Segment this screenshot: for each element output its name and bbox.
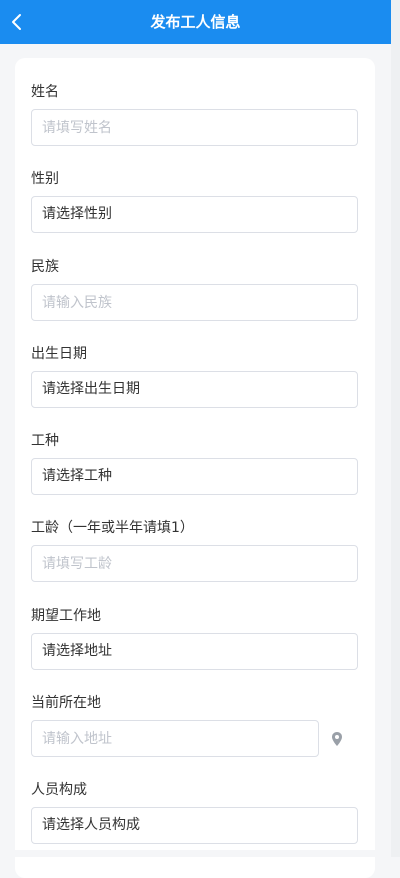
current-location-label: 当前所在地 xyxy=(31,695,101,711)
name-label: 姓名 xyxy=(31,84,59,100)
birthdate-select[interactable]: 请选择出生日期 xyxy=(31,371,358,408)
gender-label: 性别 xyxy=(31,171,59,187)
composition-label: 人员构成 xyxy=(31,782,87,798)
job-type-select[interactable]: 请选择工种 xyxy=(31,458,358,495)
app-header: 发布工人信息 xyxy=(0,0,391,44)
desired-location-select[interactable]: 请选择地址 xyxy=(31,633,358,670)
scrollbar[interactable] xyxy=(391,0,400,857)
desired-location-label: 期望工作地 xyxy=(31,608,101,624)
name-input[interactable] xyxy=(31,109,358,146)
current-location-input[interactable] xyxy=(31,720,319,757)
composition-select[interactable]: 请选择人员构成 xyxy=(31,807,358,844)
ethnicity-input[interactable] xyxy=(31,284,358,321)
page-title: 发布工人信息 xyxy=(150,13,241,31)
job-type-label: 工种 xyxy=(31,433,59,449)
birthdate-label: 出生日期 xyxy=(31,346,87,362)
ethnicity-label: 民族 xyxy=(31,259,59,275)
location-pin-icon[interactable] xyxy=(330,731,344,747)
gender-select[interactable]: 请选择性别 xyxy=(31,196,358,233)
bottom-edge xyxy=(0,850,391,857)
work-years-label: 工龄（一年或半年请填1） xyxy=(31,520,194,536)
work-years-input[interactable] xyxy=(31,545,358,582)
